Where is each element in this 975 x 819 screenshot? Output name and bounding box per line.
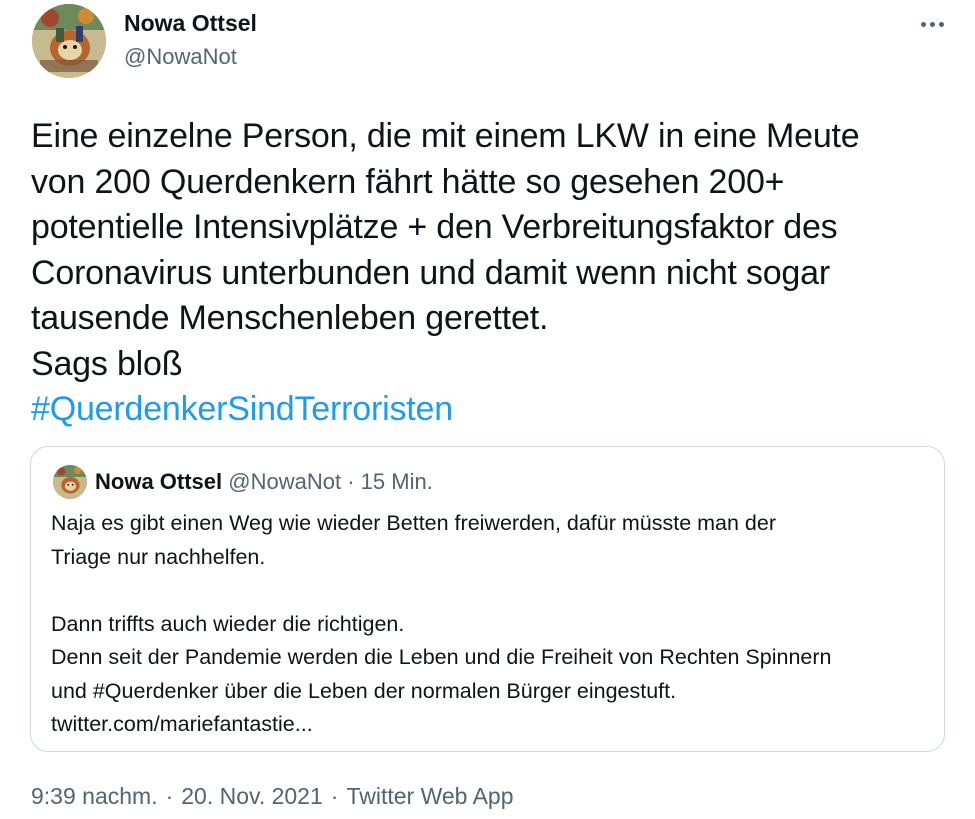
quoted-link[interactable]: twitter.com/mariefantastie... (51, 708, 931, 742)
avatar-illustration-icon (53, 465, 87, 499)
more-icon[interactable] (914, 12, 950, 36)
dot-icon (938, 21, 944, 27)
avatar-illustration-icon (32, 4, 106, 78)
quoted-line: Naja es gibt einen Weg wie wieder Betten… (51, 511, 777, 535)
tweet-line: tausende Menschenleben gerettet. (31, 299, 549, 337)
author-handle[interactable]: @NowaNot (124, 44, 237, 70)
quoted-tweet[interactable]: Nowa Ottsel @NowaNot · 15 Min. Naja es g… (30, 446, 945, 752)
tweet-line: Sags bloß (31, 344, 183, 383)
dot-icon (929, 21, 935, 27)
avatar[interactable] (32, 4, 106, 78)
author-name[interactable]: Nowa Ottsel (124, 10, 257, 37)
quoted-time: 15 Min. (360, 469, 433, 494)
quoted-avatar (53, 465, 87, 499)
quoted-line (51, 574, 931, 608)
quoted-line: Triage nur nachhelfen. (51, 544, 266, 569)
source-app[interactable]: Twitter Web App (346, 783, 513, 809)
tweet-line: potentielle Intensivplätze + den Verbrei… (31, 208, 838, 246)
tweet-time[interactable]: 9:39 nachm. (31, 783, 158, 809)
quoted-text: Naja es gibt einen Weg wie wieder Betten… (51, 507, 931, 742)
hashtag-link[interactable]: #QuerdenkerSindTerroristen (31, 387, 961, 433)
quoted-author-handle: @NowaNot (228, 469, 342, 494)
quoted-author-name: Nowa Ottsel (95, 469, 223, 494)
tweet-footer: 9:39 nachm. · 20. Nov. 2021 · Twitter Web Ap… (31, 783, 514, 810)
tweet-line: Coronavirus unterbunden und damit wenn n… (31, 253, 830, 292)
tweet-line: von 200 Querdenkern fährt hätte so geseh… (31, 162, 785, 201)
tweet-line: Eine einzelne Person, die mit einem LKW … (31, 117, 860, 155)
dot-icon (920, 21, 926, 27)
tweet-text: Eine einzelne Person, die mit einem LKW … (31, 114, 961, 433)
quoted-line: und #Querdenker über die Leben der norma… (51, 678, 677, 703)
quoted-line: Denn seit der Pandemie werden die Leben … (51, 645, 832, 669)
tweet: Nowa Ottsel @NowaNot Eine einzelne Perso… (0, 0, 975, 819)
quoted-separator: · (347, 469, 355, 494)
tweet-date[interactable]: 20. Nov. 2021 (181, 783, 323, 809)
quoted-line: Dann triffts auch wieder die richtigen. (51, 611, 405, 636)
quoted-header: Nowa Ottsel @NowaNot · 15 Min. (95, 469, 433, 495)
footer-separator: · (330, 783, 339, 809)
footer-separator: · (165, 783, 174, 809)
